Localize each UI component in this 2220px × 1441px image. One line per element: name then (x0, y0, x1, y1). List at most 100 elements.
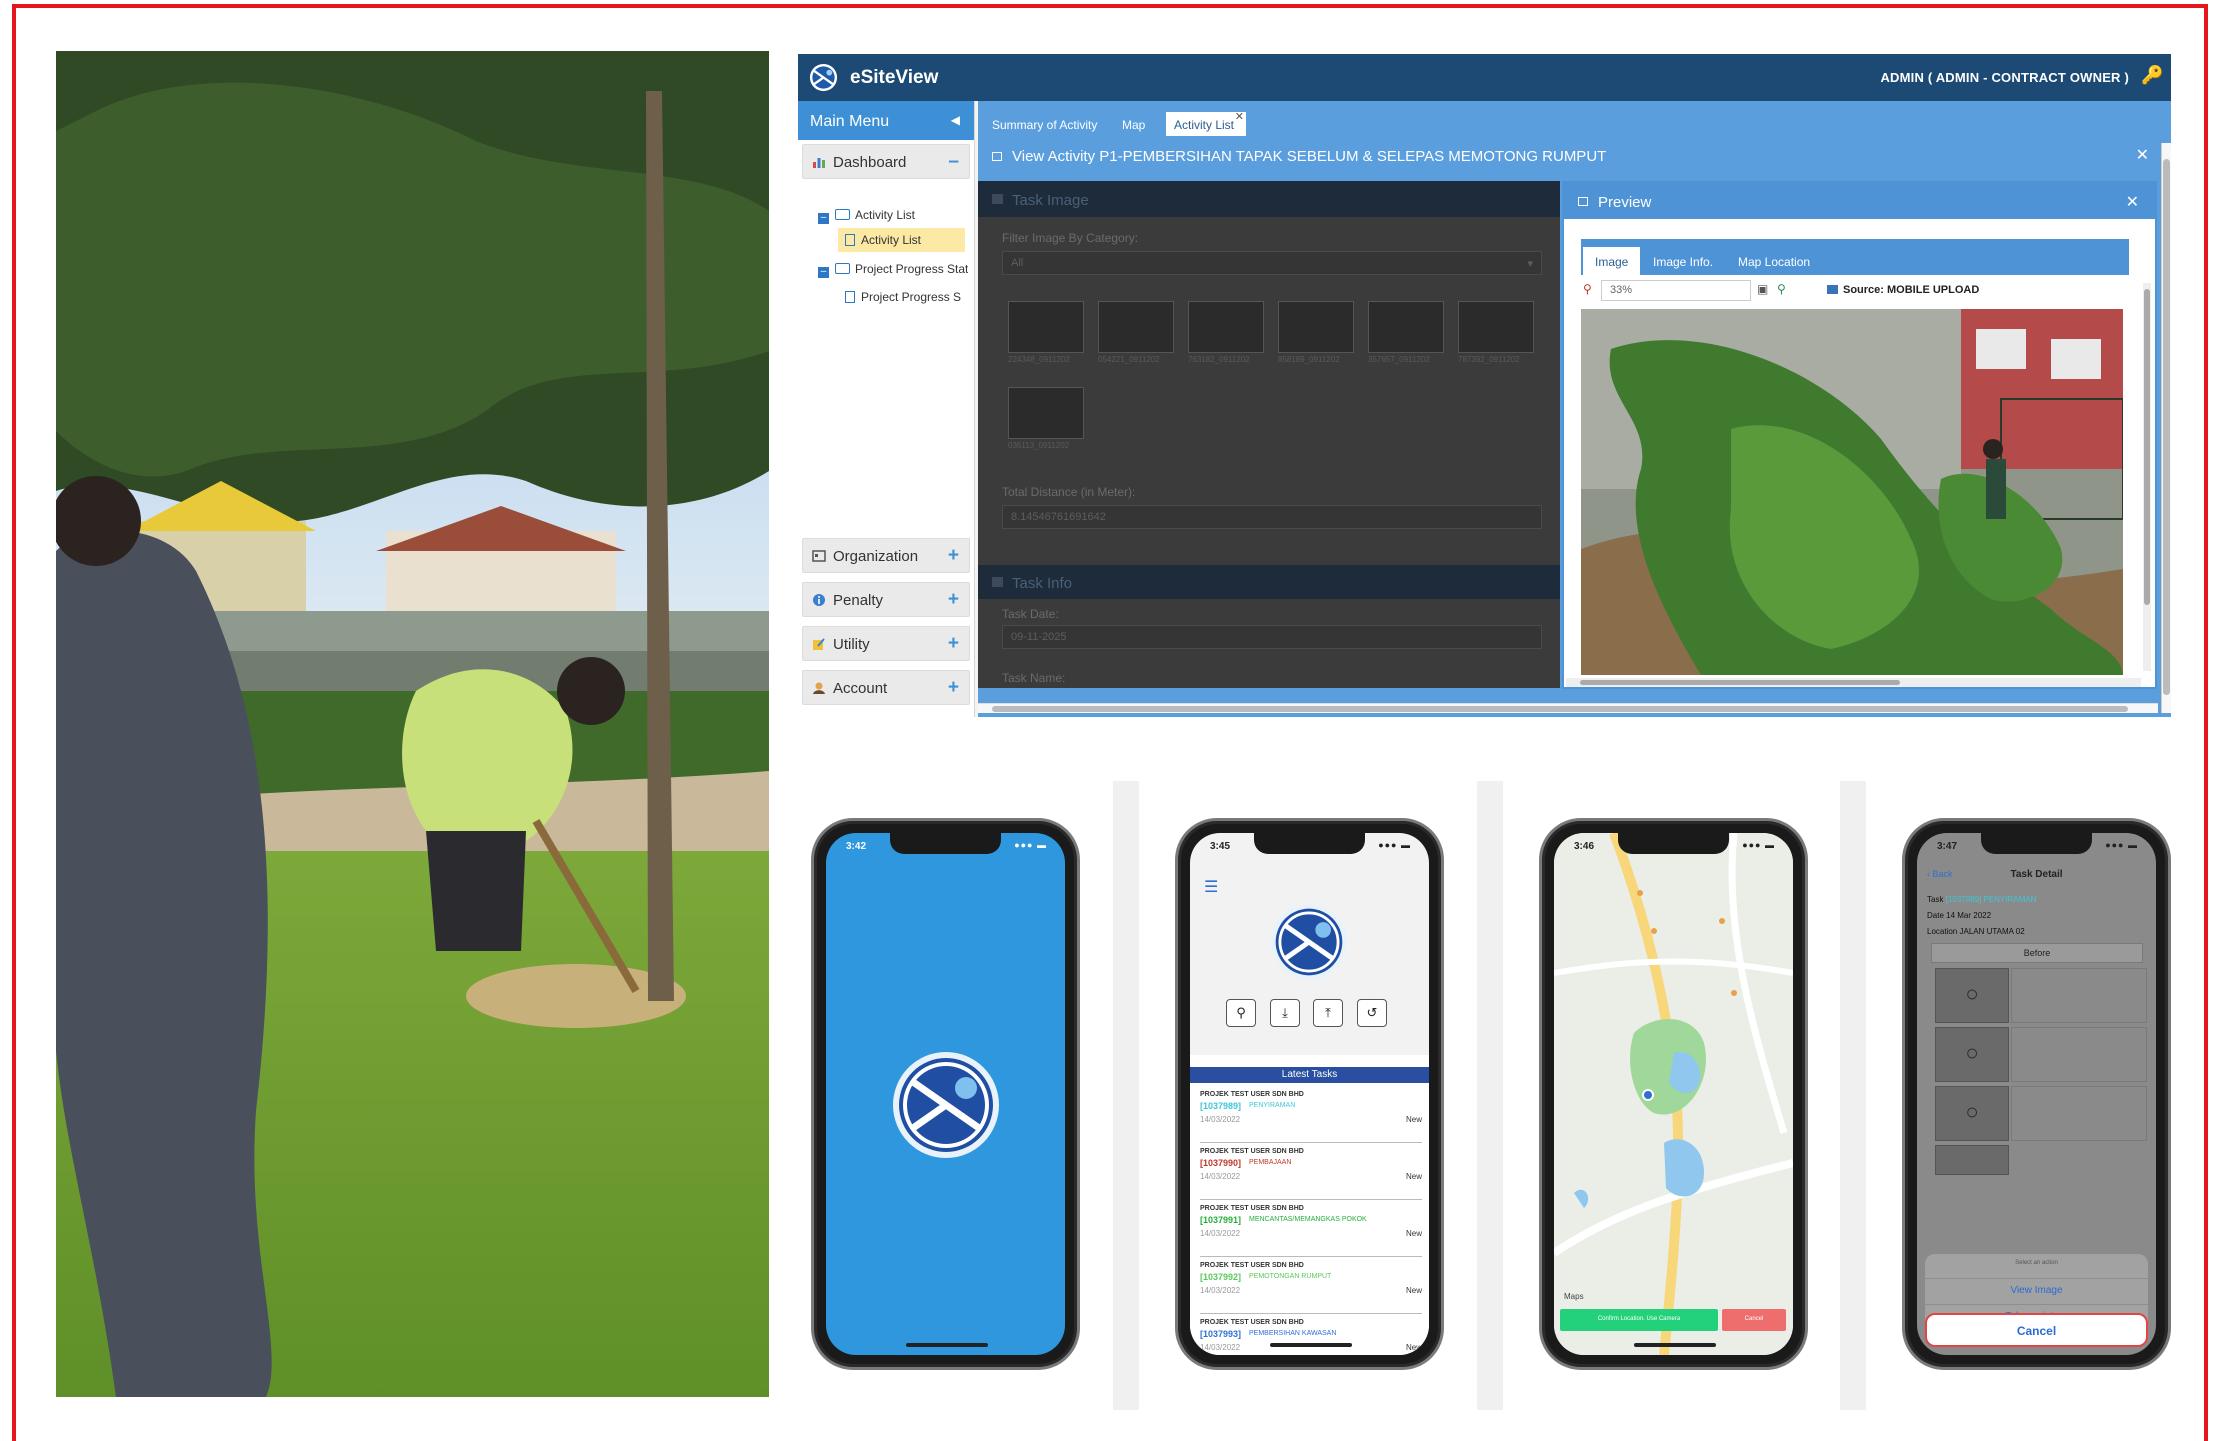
tab-image[interactable]: Image (1583, 247, 1641, 275)
folder-icon (835, 263, 850, 274)
task-date-field[interactable]: 09-11-2025 (1002, 625, 1542, 649)
map-view[interactable] (1554, 833, 1793, 1355)
scroll-thumb[interactable] (992, 706, 2128, 712)
task-status: New (1405, 1172, 1422, 1181)
key-icon[interactable]: 🔑 (2141, 65, 2163, 87)
expand-icon[interactable]: + (948, 545, 959, 567)
list-item[interactable]: PROJEK TEST USER SDN BHD [1037993] PEMBERS… (1200, 1315, 1422, 1355)
tab-summary-of-activity[interactable]: Summary of Activity (992, 112, 1097, 136)
main-menu-header[interactable]: Main Menu ◀ (798, 101, 974, 140)
main-vertical-scrollbar[interactable] (2161, 143, 2171, 713)
view-image-option[interactable]: View Image (1925, 1278, 2148, 1303)
thumbnail[interactable]: 054221_0911202 (1098, 301, 1174, 364)
close-tab-icon[interactable]: ✕ (1235, 110, 1244, 123)
close-view-icon[interactable]: ✕ (2136, 145, 2149, 165)
close-preview-icon[interactable]: ✕ (2126, 192, 2139, 212)
sidebar-item-dashboard[interactable]: Dashboard – (802, 144, 970, 179)
home-indicator (1270, 1343, 1352, 1347)
phone-divider (1840, 781, 1866, 1410)
collapse-icon[interactable]: – (948, 151, 959, 173)
camera-slot[interactable]: ○ (1935, 968, 2009, 1023)
phone-task-detail: 3:47 ●●● ▬ ‹ Back Task Detail Task [1037… (1902, 818, 2171, 1370)
tab-activity-list[interactable]: Activity List ✕ (1166, 110, 1247, 136)
tree-collapse-icon[interactable]: – (818, 213, 829, 224)
collapse-menu-icon[interactable]: ◀ (951, 113, 960, 127)
maps-attribution: Maps (1564, 1292, 1584, 1301)
distance-field[interactable]: 8.14546761691642 (1002, 505, 1542, 529)
tab-image-info[interactable]: Image Info. (1653, 247, 1713, 275)
preview-dialog: Preview ✕ Image Image Info. Map Location… (1562, 181, 2157, 689)
tree-leaf-activity-list[interactable]: Activity List (838, 228, 965, 252)
before-section-header: Before (1931, 943, 2143, 963)
phone-divider (1113, 781, 1139, 1410)
preview-vertical-scrollbar[interactable] (2143, 283, 2151, 671)
expand-icon[interactable]: + (948, 633, 959, 655)
confirm-location-button[interactable]: Confirm Location. Use Camera (1560, 1309, 1718, 1331)
preview-horizontal-scrollbar[interactable] (1566, 678, 2141, 687)
expand-icon[interactable]: + (948, 589, 959, 611)
user-role-label[interactable]: ADMIN ( ADMIN - CONTRACT OWNER ) (1880, 70, 2129, 85)
download-button[interactable]: ⤓ (1270, 999, 1300, 1027)
app-logo-icon (893, 1052, 999, 1158)
history-button[interactable]: ↺ (1357, 999, 1387, 1027)
task-date: 14/03/2022 (1200, 1172, 1241, 1181)
thumbnail[interactable]: 858189_0911202 (1278, 301, 1354, 364)
tree-collapse-icon[interactable]: – (818, 267, 829, 278)
list-item[interactable]: PROJEK TEST USER SDN BHD [1037991] MENCANT… (1200, 1201, 1422, 1257)
sidebar-item-account[interactable]: Account + (802, 670, 970, 705)
thumbnail[interactable]: 036113_0911202 (1008, 387, 1084, 450)
thumbnail[interactable]: 763182_0911202 (1188, 301, 1264, 364)
home-screen: 3:45 ●●● ▬ ☰ ⚲ ⤓ ⤒ ↺ Latest Tasks PROJEK… (1190, 833, 1429, 1355)
thumbnail[interactable]: 787392_0911202 (1458, 301, 1534, 364)
tab-map-location[interactable]: Map Location (1738, 247, 1810, 275)
view-title-text: View Activity P1-PEMBERSIHAN TAPAK SEBEL… (1012, 148, 1607, 165)
zoom-input[interactable]: 33% (1601, 280, 1751, 301)
list-item[interactable]: PROJEK TEST USER SDN BHD [1037989] PENYIRA… (1200, 1087, 1422, 1143)
camera-slot[interactable]: ○ (1935, 1086, 2009, 1141)
hamburger-menu-icon[interactable]: ☰ (1204, 877, 1218, 897)
thumbnail[interactable]: 357657_0911202 (1368, 301, 1444, 364)
tree-node-label: Project Progress Stati (855, 262, 968, 276)
tab-map[interactable]: Map (1122, 112, 1145, 136)
search-button[interactable]: ⚲ (1226, 999, 1256, 1027)
fit-icon[interactable]: ▣ (1757, 282, 1768, 296)
sidebar-item-label: Organization (833, 548, 919, 565)
cancel-button[interactable]: Cancel (1925, 1313, 2148, 1347)
scroll-thumb[interactable] (2163, 159, 2170, 695)
upload-button[interactable]: ⤒ (1313, 999, 1343, 1027)
thumbnail-image (1278, 301, 1354, 353)
date-label: Date (1927, 911, 1944, 920)
list-item[interactable]: PROJEK TEST USER SDN BHD [1037990] PEMBAJA… (1200, 1144, 1422, 1200)
sidebar-item-utility[interactable]: Utility + (802, 626, 970, 661)
main-menu-label: Main Menu (810, 113, 890, 130)
zoom-in-icon[interactable]: ⚲ (1777, 282, 1786, 296)
distance-label: Total Distance (in Meter): (1002, 485, 1136, 499)
task-code: [1037991] (1200, 1215, 1242, 1225)
tree-node-activity-list[interactable]: – Activity List (818, 203, 968, 227)
list-item[interactable]: PROJEK TEST USER SDN BHD [1037992] PEMOTON… (1200, 1258, 1422, 1314)
expand-icon[interactable]: + (948, 677, 959, 699)
sidebar-item-label: Utility (833, 636, 870, 653)
upload-icon: ⤒ (1325, 1005, 1331, 1020)
camera-slot[interactable] (1935, 1145, 2009, 1175)
scroll-thumb[interactable] (2144, 289, 2150, 605)
cancel-button[interactable]: Cancel (1722, 1309, 1786, 1331)
thumbnail[interactable]: 224348_0911202 (1008, 301, 1084, 364)
main-horizontal-scrollbar[interactable] (978, 703, 2158, 713)
sidebar-item-penalty[interactable]: Penalty + (802, 582, 970, 617)
tree-leaf-project-progress[interactable]: Project Progress S (845, 285, 965, 309)
phone-notch (1254, 833, 1365, 854)
photo-placeholder (2011, 968, 2147, 1023)
filter-category-select[interactable]: All ▾ (1002, 251, 1542, 275)
zoom-out-icon[interactable]: ⚲ (1583, 282, 1592, 296)
camera-slot[interactable]: ○ (1935, 1027, 2009, 1082)
sidebar-item-organization[interactable]: Organization + (802, 538, 970, 573)
tree-node-project-progress[interactable]: – Project Progress Stati (818, 257, 968, 281)
task-row: Task [1037989] PENYIRAMAN (1927, 895, 2036, 904)
scroll-thumb[interactable] (1580, 680, 1900, 685)
preview-photo[interactable] (1581, 309, 2123, 675)
filter-label: Filter Image By Category: (1002, 231, 1139, 245)
thumbnail-image (1008, 301, 1084, 353)
task-status: New (1405, 1286, 1422, 1295)
action-sheet-title: Select an action (2015, 1260, 2058, 1266)
